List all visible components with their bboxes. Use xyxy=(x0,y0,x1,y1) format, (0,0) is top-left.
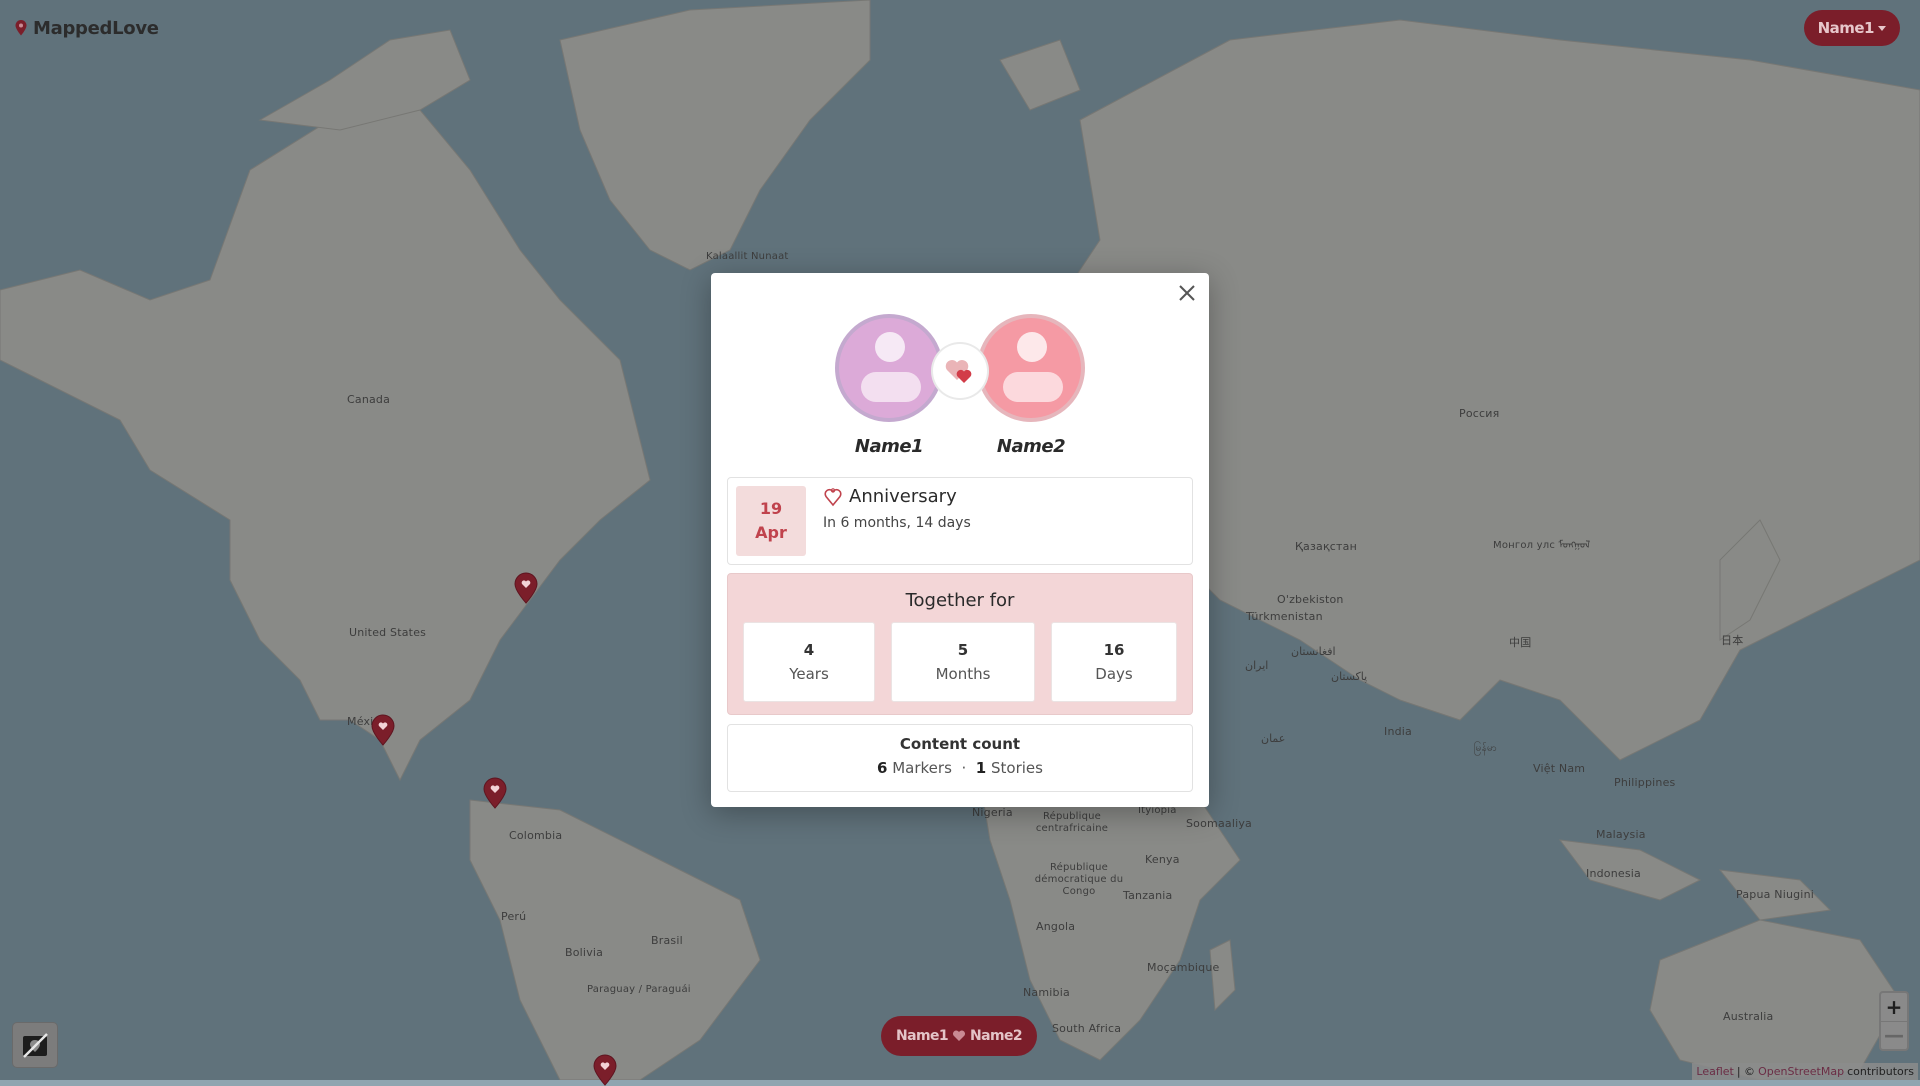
map-marker[interactable] xyxy=(592,1054,618,1086)
map-label: Bolivia xyxy=(565,946,604,959)
map-label: Қазақстан xyxy=(1295,540,1357,553)
partner2-name: Name2 xyxy=(996,436,1066,457)
partner2-avatar xyxy=(977,314,1085,422)
heart-outline-icon xyxy=(824,487,842,506)
toggle-markers-button[interactable] xyxy=(12,1022,58,1068)
stories-label: Stories xyxy=(991,759,1043,777)
together-for-panel: Together for 4 Years 5 Months 16 Days xyxy=(727,573,1193,715)
map-attribution: Leaflet | © OpenStreetMap contributors xyxy=(1692,1063,1918,1080)
user-menu-button[interactable]: Name1 xyxy=(1803,10,1900,46)
map-label: République démocratique du Congo xyxy=(1034,862,1124,897)
avatar-body xyxy=(1003,372,1063,402)
map-label: Canada xyxy=(347,393,391,406)
stat-months: 5 Months xyxy=(891,622,1035,702)
map-label: Brasil xyxy=(651,934,683,947)
map-label: Perú xyxy=(501,910,527,923)
map-label: 中国 xyxy=(1509,636,1532,649)
map-pin-icon xyxy=(15,20,27,36)
map-label: United States xyxy=(349,626,427,639)
stat-days: 16 Days xyxy=(1051,622,1177,702)
map-label: Angola xyxy=(1036,920,1076,933)
map-label: Colombia xyxy=(509,829,563,842)
caret-down-icon xyxy=(1878,26,1886,31)
attribution-suffix: contributors xyxy=(1847,1065,1914,1078)
stat-years: 4 Years xyxy=(743,622,875,702)
together-for-title: Together for xyxy=(905,590,1015,611)
stat-value: 4 xyxy=(803,641,815,659)
map-label: Namibia xyxy=(1023,986,1070,999)
map-label: South Africa xyxy=(1052,1022,1122,1035)
user-menu-label: Name1 xyxy=(1817,19,1875,37)
map-label: Australia xyxy=(1723,1010,1774,1023)
anniversary-date-badge: 19 Apr xyxy=(736,486,806,556)
map-label: Türkmenistan xyxy=(1246,610,1323,623)
close-icon xyxy=(1179,285,1195,301)
map-label: Malaysia xyxy=(1596,828,1646,841)
anniversary-countdown: In 6 months, 14 days xyxy=(823,515,971,531)
stat-unit: Years xyxy=(789,665,829,683)
close-button[interactable] xyxy=(1175,281,1199,305)
avatar-head xyxy=(1017,332,1047,362)
avatar-body xyxy=(861,372,921,402)
stat-value: 5 xyxy=(957,641,969,659)
map-label: Soomaaliya xyxy=(1186,817,1253,830)
map-off-icon xyxy=(23,1033,48,1058)
stat-unit: Days xyxy=(1095,665,1133,683)
map-label: Россия xyxy=(1459,407,1500,420)
markers-count: 6 xyxy=(877,759,888,777)
map-marker[interactable] xyxy=(482,777,508,809)
map-label: Moçambique xyxy=(1147,961,1220,974)
map-label: افغانستان xyxy=(1291,645,1336,658)
map-label: Indonesia xyxy=(1586,867,1641,880)
map-label: Монгол улс ᠮᠣᠩᠭᠣᠯ xyxy=(1493,540,1591,551)
app-name: MappedLove xyxy=(33,17,159,39)
partner1-name: Name1 xyxy=(854,436,924,457)
map-label: Kalaallit Nunaat xyxy=(706,251,789,262)
hearts-icon xyxy=(933,344,987,398)
map-label: République centrafricaine xyxy=(1035,811,1109,834)
anniversary-heading: Anniversary xyxy=(823,486,957,507)
anniversary-month: Apr xyxy=(755,523,787,542)
stat-value: 16 xyxy=(1103,641,1125,659)
avatar-head xyxy=(875,332,905,362)
app-logo[interactable]: MappedLove xyxy=(15,16,159,40)
map-label: မြန်မာ xyxy=(1474,743,1497,754)
map-label: Papua Niugini xyxy=(1736,888,1814,901)
couple-name-1: Name1 xyxy=(896,1028,949,1044)
zoom-in-button[interactable]: + xyxy=(1881,993,1907,1021)
osm-link[interactable]: OpenStreetMap xyxy=(1758,1065,1844,1078)
map-label: Nigeria xyxy=(972,806,1013,819)
content-count-summary: 6 Markers · 1 Stories xyxy=(728,759,1192,777)
stories-count: 1 xyxy=(975,759,987,777)
map-label: Paraguay / Paraguái xyxy=(587,984,691,995)
content-count-title: Content count xyxy=(899,735,1021,753)
map-label: Kenya xyxy=(1145,853,1180,866)
map-label: Philippines xyxy=(1614,776,1676,789)
map-label: O'zbekiston xyxy=(1277,593,1344,606)
zoom-out-button[interactable]: — xyxy=(1881,1020,1907,1050)
map-label: India xyxy=(1384,725,1412,738)
couple-name-2: Name2 xyxy=(970,1028,1023,1044)
count-separator: · xyxy=(961,759,967,777)
leaflet-link[interactable]: Leaflet xyxy=(1696,1065,1733,1078)
map-label: 日本 xyxy=(1721,634,1744,647)
map-label: عمان xyxy=(1261,732,1286,745)
zoom-control: + — xyxy=(1879,991,1909,1051)
heart-icon xyxy=(952,1030,966,1041)
anniversary-card: 19 Apr Anniversary In 6 months, 14 days xyxy=(727,477,1193,565)
map-marker[interactable] xyxy=(513,572,539,604)
map-label: ایران xyxy=(1245,659,1269,672)
attribution-separator: | © xyxy=(1736,1065,1756,1078)
couple-info-modal: Name1 Name2 19 Apr Anniversary In 6 mont… xyxy=(711,273,1209,807)
stat-unit: Months xyxy=(935,665,991,683)
anniversary-title: Anniversary xyxy=(849,486,957,507)
couple-info-button[interactable]: Name1 Name2 xyxy=(881,1016,1037,1056)
markers-label: Markers xyxy=(892,759,952,777)
partner1-avatar xyxy=(835,314,943,422)
map-label: پاکستان xyxy=(1331,670,1368,683)
content-count-card: Content count 6 Markers · 1 Stories xyxy=(727,724,1193,792)
anniversary-day: 19 xyxy=(759,499,783,518)
map-marker[interactable] xyxy=(370,714,396,746)
map-label: Việt Nam xyxy=(1533,762,1586,775)
